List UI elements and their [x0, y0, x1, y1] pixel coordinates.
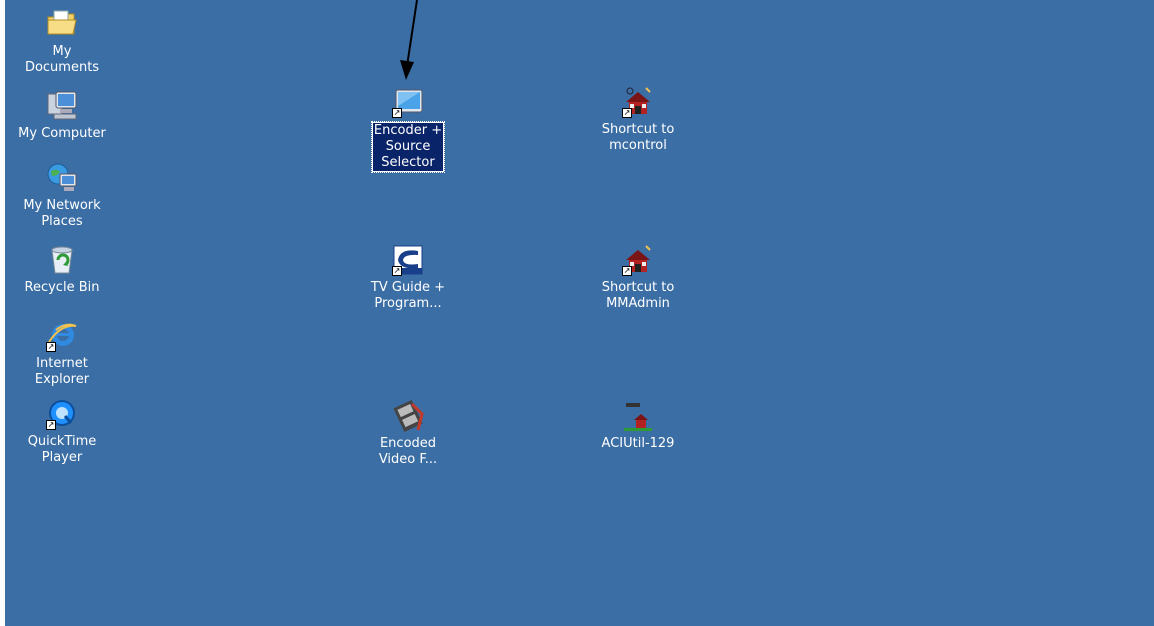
shortcut-arrow-icon: ↗: [46, 342, 56, 352]
desktop-icon-my-computer[interactable]: My Computer: [7, 90, 117, 142]
icon-label: Internet Explorer: [34, 356, 90, 387]
recycle-bin-icon: [46, 244, 78, 276]
icon-label: My Network Places: [23, 198, 101, 229]
tv-guide-icon: ↗: [392, 244, 424, 276]
desktop-icon-internet-explorer[interactable]: ↗ Internet Explorer: [7, 320, 117, 388]
desktop-icon-shortcut-to-mmadmin[interactable]: ↗ Shortcut to MMAdmin: [583, 244, 693, 312]
icon-label: My Computer: [18, 126, 106, 141]
desktop-icon-aciutil-129[interactable]: ACIUtil-129: [583, 400, 693, 452]
desktop: My Documents My Computer My Network Plac: [5, 0, 1154, 626]
icon-label: Encoded Video F...: [378, 436, 438, 467]
desktop-icon-tv-guide[interactable]: ↗ TV Guide + Program...: [353, 244, 463, 312]
shortcut-arrow-icon: ↗: [46, 420, 56, 430]
desktop-icon-encoder-source-selector[interactable]: ↗ Encoder + Source Selector: [353, 86, 463, 173]
monitor-icon: ↗: [392, 86, 424, 118]
icon-label: Encoder + Source Selector: [370, 121, 446, 173]
desktop-icon-quicktime-player[interactable]: ↗ QuickTime Player: [7, 398, 117, 466]
icon-label: My Documents: [24, 44, 100, 75]
icon-label: TV Guide + Program...: [370, 280, 446, 311]
icon-label: Shortcut to MMAdmin: [601, 280, 675, 311]
icon-label: ACIUtil-129: [601, 436, 675, 451]
shortcut-arrow-icon: ↗: [392, 108, 402, 118]
internet-explorer-icon: ↗: [46, 320, 78, 352]
shortcut-arrow-icon: ↗: [622, 266, 632, 276]
video-files-icon: [392, 399, 424, 433]
network-places-icon: [46, 162, 78, 194]
util-house-icon: [622, 400, 654, 432]
icon-label: QuickTime Player: [27, 434, 97, 465]
desktop-icon-recycle-bin[interactable]: Recycle Bin: [7, 244, 117, 296]
folder-documents-icon: [46, 8, 78, 40]
icon-label: Shortcut to mcontrol: [601, 122, 675, 153]
shortcut-arrow-icon: ↗: [392, 266, 402, 276]
icon-label: Recycle Bin: [24, 280, 100, 295]
shortcut-arrow-icon: ↗: [622, 108, 632, 118]
house-icon: ↗: [622, 86, 654, 118]
desktop-icon-shortcut-to-mcontrol[interactable]: ↗ Shortcut to mcontrol: [583, 86, 693, 154]
computer-icon: [46, 90, 78, 122]
annotation-arrow-icon: [400, 0, 418, 80]
desktop-icon-encoded-video-files[interactable]: Encoded Video F...: [353, 399, 463, 468]
quicktime-icon: ↗: [46, 398, 78, 430]
desktop-icon-my-documents[interactable]: My Documents: [7, 8, 117, 76]
desktop-icon-my-network-places[interactable]: My Network Places: [7, 162, 117, 230]
house-icon: ↗: [622, 244, 654, 276]
